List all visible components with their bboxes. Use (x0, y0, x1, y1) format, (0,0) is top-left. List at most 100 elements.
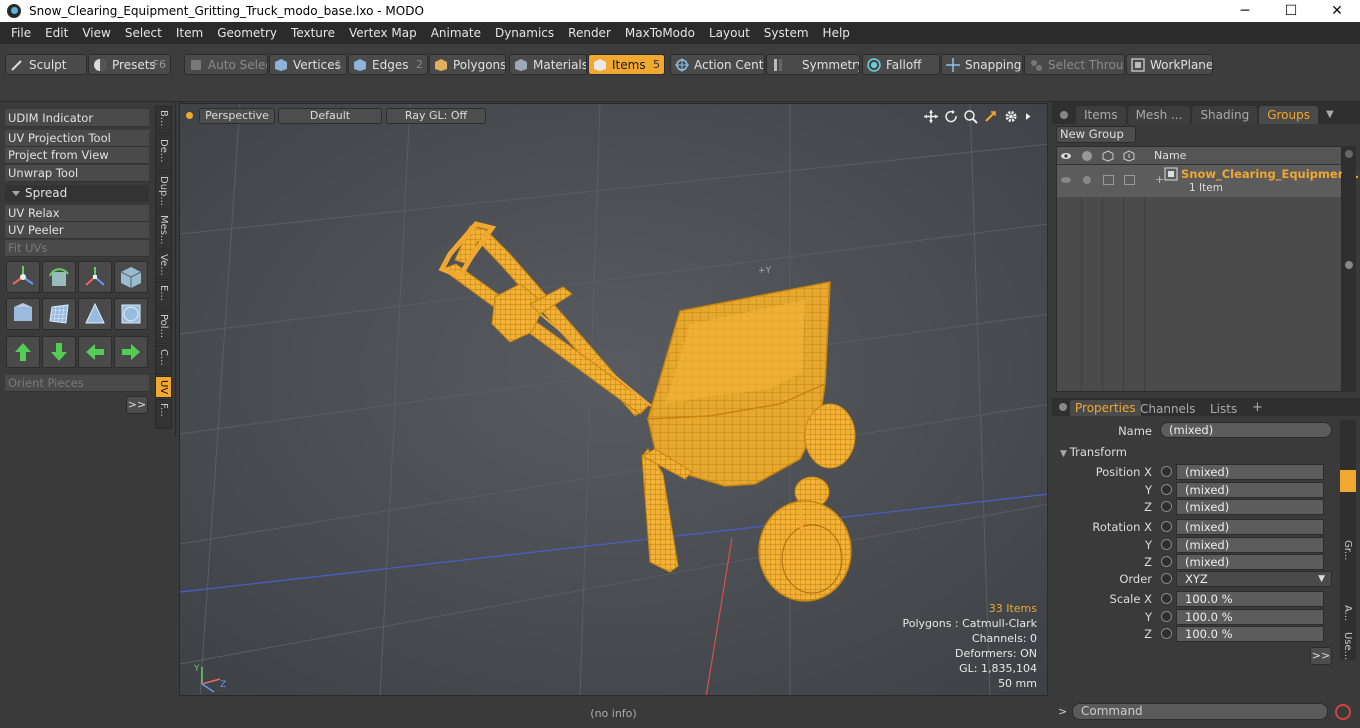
uv-relax-button[interactable]: UV Relax (5, 205, 149, 222)
menu-geometry[interactable]: Geometry (210, 26, 284, 40)
raygl-toggle[interactable]: Ray GL: Off (386, 108, 486, 124)
uv-projection-tool-button[interactable]: UV Projection Tool (5, 130, 149, 147)
rotate-view-icon[interactable] (943, 109, 959, 124)
side-tab-user[interactable]: Use... (1342, 632, 1353, 660)
snapping-button[interactable]: Snapping (941, 54, 1023, 75)
vtab-polygon[interactable]: Pol... (155, 310, 172, 344)
viewport-menu-dot[interactable] (186, 112, 193, 119)
menu-edit[interactable]: Edit (38, 26, 75, 40)
row-lock-checkbox[interactable] (1103, 175, 1114, 185)
order-key[interactable] (1161, 573, 1172, 584)
command-input[interactable]: Command (1072, 703, 1328, 720)
rotation-x-key[interactable] (1161, 521, 1172, 532)
expand-plus-icon[interactable]: + (1155, 173, 1164, 186)
zoom-view-icon[interactable] (963, 109, 979, 124)
add-tab-button[interactable]: + (1252, 400, 1263, 415)
workplane-button[interactable]: WorkPlane (1126, 54, 1213, 75)
scale-y-field[interactable]: 100.0 % (1176, 609, 1324, 625)
groups-scrollbar[interactable] (1342, 146, 1356, 392)
menu-maxtomodo[interactable]: MaxToModo (618, 26, 702, 40)
group-row[interactable]: + Snow_Clearing_Equipmen... 1 Item (1057, 165, 1359, 197)
uv-rotate-tool-button[interactable] (42, 261, 76, 293)
uv-pyramid-button[interactable] (78, 298, 112, 330)
tab-mesh[interactable]: Mesh ... (1127, 106, 1191, 124)
symmetry-button[interactable]: Symmetry (766, 54, 860, 75)
rotation-z-field[interactable]: (mixed) (1176, 554, 1324, 570)
vtab-duplicate[interactable]: Dup... (155, 172, 172, 210)
panel-menu-dot[interactable] (1060, 111, 1068, 119)
uv-cube-map-button[interactable] (6, 298, 40, 330)
sculpt-button[interactable]: Sculpt (5, 54, 87, 75)
move-view-icon[interactable] (923, 109, 939, 124)
row-select-checkbox[interactable] (1124, 175, 1135, 185)
menu-animate[interactable]: Animate (424, 26, 488, 40)
view-settings-gear-icon[interactable] (1003, 109, 1019, 124)
scale-y-key[interactable] (1161, 611, 1172, 622)
orient-pieces-button[interactable]: Orient Pieces (5, 375, 149, 392)
menu-vertex-map[interactable]: Vertex Map (342, 26, 424, 40)
row-render-icon[interactable] (1081, 174, 1093, 186)
fit-view-icon[interactable] (983, 109, 999, 124)
vtab-uv[interactable]: UV (155, 376, 172, 398)
uv-planar-button[interactable] (42, 298, 76, 330)
vtab-curve[interactable]: C... (155, 345, 172, 375)
action-center-button[interactable]: Action Center (670, 54, 765, 75)
rotation-z-key[interactable] (1161, 556, 1172, 567)
tab-channels[interactable]: Channels (1140, 402, 1196, 416)
align-right-button[interactable] (114, 336, 148, 368)
falloff-button[interactable]: Falloff (862, 54, 940, 75)
scale-x-field[interactable]: 100.0 % (1176, 591, 1324, 607)
position-z-field[interactable]: (mixed) (1176, 499, 1324, 515)
fit-uvs-button[interactable]: Fit UVs (5, 240, 149, 257)
polygons-button[interactable]: Polygons (429, 54, 506, 75)
menu-dynamics[interactable]: Dynamics (488, 26, 561, 40)
spread-section-header[interactable]: Spread (5, 185, 149, 202)
minimize-button[interactable]: ─ (1222, 0, 1268, 22)
maximize-button[interactable]: ☐ (1268, 0, 1314, 22)
menu-view[interactable]: View (75, 26, 117, 40)
close-button[interactable]: ✕ (1314, 0, 1360, 22)
tabs-dropdown-arrow-icon[interactable]: ▼ (1326, 109, 1334, 120)
vertices-button[interactable]: Vertices 1 (269, 54, 347, 75)
items-button[interactable]: Items 5 (588, 54, 665, 75)
scale-z-field[interactable]: 100.0 % (1176, 626, 1324, 642)
scale-z-key[interactable] (1161, 628, 1172, 639)
position-z-key[interactable] (1161, 501, 1172, 512)
name-column-header[interactable]: Name (1154, 149, 1186, 162)
uv-transform-tool-button[interactable] (114, 261, 148, 293)
visibility-eye-icon[interactable] (1060, 150, 1072, 162)
rotation-y-key[interactable] (1161, 539, 1172, 550)
vtab-vertex[interactable]: Ve... (155, 250, 172, 280)
menu-render[interactable]: Render (561, 26, 618, 40)
uv-sphere-button[interactable] (114, 298, 148, 330)
name-field[interactable]: (mixed) (1160, 422, 1332, 438)
tab-shading[interactable]: Shading (1192, 106, 1258, 124)
udim-indicator-button[interactable]: UDIM Indicator (5, 109, 149, 127)
properties-menu-dot[interactable] (1059, 403, 1067, 411)
project-from-view-button[interactable]: Project from View (5, 147, 149, 164)
render-icon[interactable] (1081, 150, 1093, 162)
presets-button[interactable]: Presets F6 (88, 54, 171, 75)
tab-groups[interactable]: Groups (1259, 106, 1318, 124)
auto-select-button[interactable]: Auto Select (184, 54, 268, 75)
edges-button[interactable]: Edges 2 (348, 54, 428, 75)
position-x-field[interactable]: (mixed) (1176, 464, 1324, 480)
vtab-edge[interactable]: E... (155, 281, 172, 309)
uv-move-tool-button[interactable] (6, 261, 40, 293)
tab-lists[interactable]: Lists (1210, 402, 1237, 416)
side-tab-active[interactable] (1340, 470, 1356, 492)
3d-viewport[interactable]: Y Z Perspective Default Ray GL: Off +Y 3… (179, 103, 1048, 696)
align-down-button[interactable] (42, 336, 76, 368)
position-y-field[interactable]: (mixed) (1176, 482, 1324, 498)
new-group-button[interactable]: New Group (1056, 126, 1136, 143)
rotation-y-field[interactable]: (mixed) (1176, 537, 1324, 553)
expand-arrow-icon[interactable] (1023, 109, 1035, 124)
select-through-button[interactable]: Select Through (1024, 54, 1125, 75)
menu-layout[interactable]: Layout (702, 26, 757, 40)
vtab-basic[interactable]: B... (155, 106, 172, 134)
record-icon[interactable] (1335, 704, 1351, 720)
lock-cube-icon[interactable] (1102, 150, 1114, 162)
transform-section-header[interactable]: ▼ Transform (1060, 445, 1127, 459)
tab-items[interactable]: Items (1076, 106, 1126, 124)
menu-file[interactable]: File (4, 26, 38, 40)
